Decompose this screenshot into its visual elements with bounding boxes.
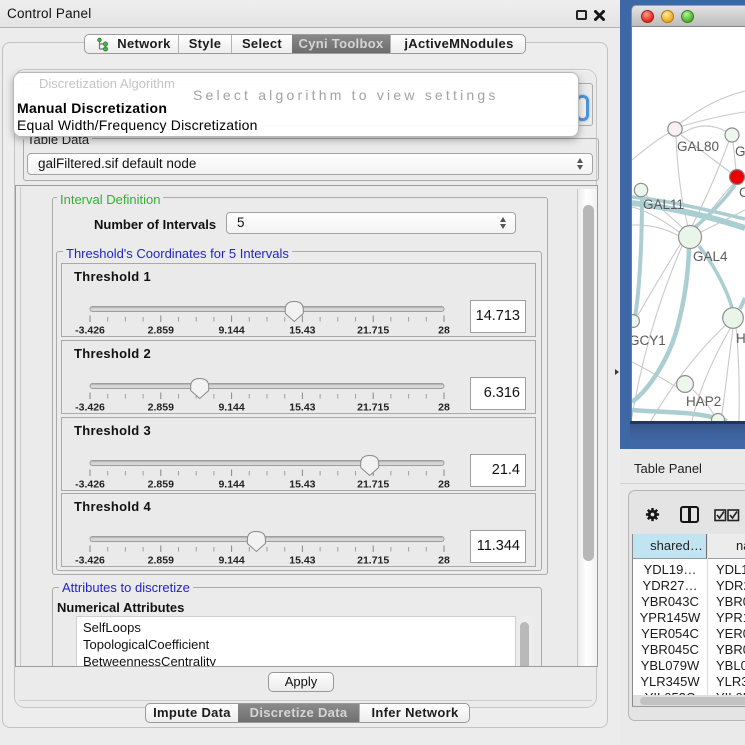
svg-text:15.43: 15.43 — [289, 479, 315, 491]
svg-text:GAL11: GAL11 — [643, 197, 684, 212]
svg-text:-3.426: -3.426 — [75, 479, 105, 491]
svg-text:15.43: 15.43 — [289, 555, 315, 567]
svg-text:28: 28 — [438, 402, 450, 414]
svg-text:28: 28 — [438, 325, 450, 337]
svg-text:9.144: 9.144 — [218, 479, 244, 491]
svg-text:GA: GA — [735, 144, 745, 159]
svg-text:21.715: 21.715 — [357, 479, 389, 491]
svg-text:H: H — [736, 331, 745, 346]
svg-text:28: 28 — [438, 555, 450, 567]
svg-text:-3.426: -3.426 — [75, 555, 105, 567]
svg-text:C: C — [739, 185, 745, 200]
svg-text:28: 28 — [438, 479, 450, 491]
svg-text:-3.426: -3.426 — [75, 325, 105, 337]
svg-text:-3.426: -3.426 — [75, 402, 105, 414]
svg-text:2.859: 2.859 — [148, 402, 174, 414]
svg-text:15.43: 15.43 — [289, 402, 315, 414]
svg-text:9.144: 9.144 — [218, 555, 244, 567]
svg-text:2.859: 2.859 — [148, 325, 174, 337]
svg-text:2.859: 2.859 — [148, 479, 174, 491]
svg-text:15.43: 15.43 — [289, 325, 315, 337]
svg-text:21.715: 21.715 — [357, 555, 389, 567]
svg-text:HAP2: HAP2 — [686, 394, 721, 409]
svg-text:21.715: 21.715 — [357, 402, 389, 414]
svg-text:GAL80: GAL80 — [677, 139, 719, 154]
svg-text:21.715: 21.715 — [357, 325, 389, 337]
svg-text:GAL4: GAL4 — [693, 249, 728, 264]
svg-text:9.144: 9.144 — [218, 402, 244, 414]
svg-text:GCY1: GCY1 — [632, 333, 666, 348]
svg-text:9.144: 9.144 — [218, 325, 244, 337]
svg-text:2.859: 2.859 — [148, 555, 174, 567]
